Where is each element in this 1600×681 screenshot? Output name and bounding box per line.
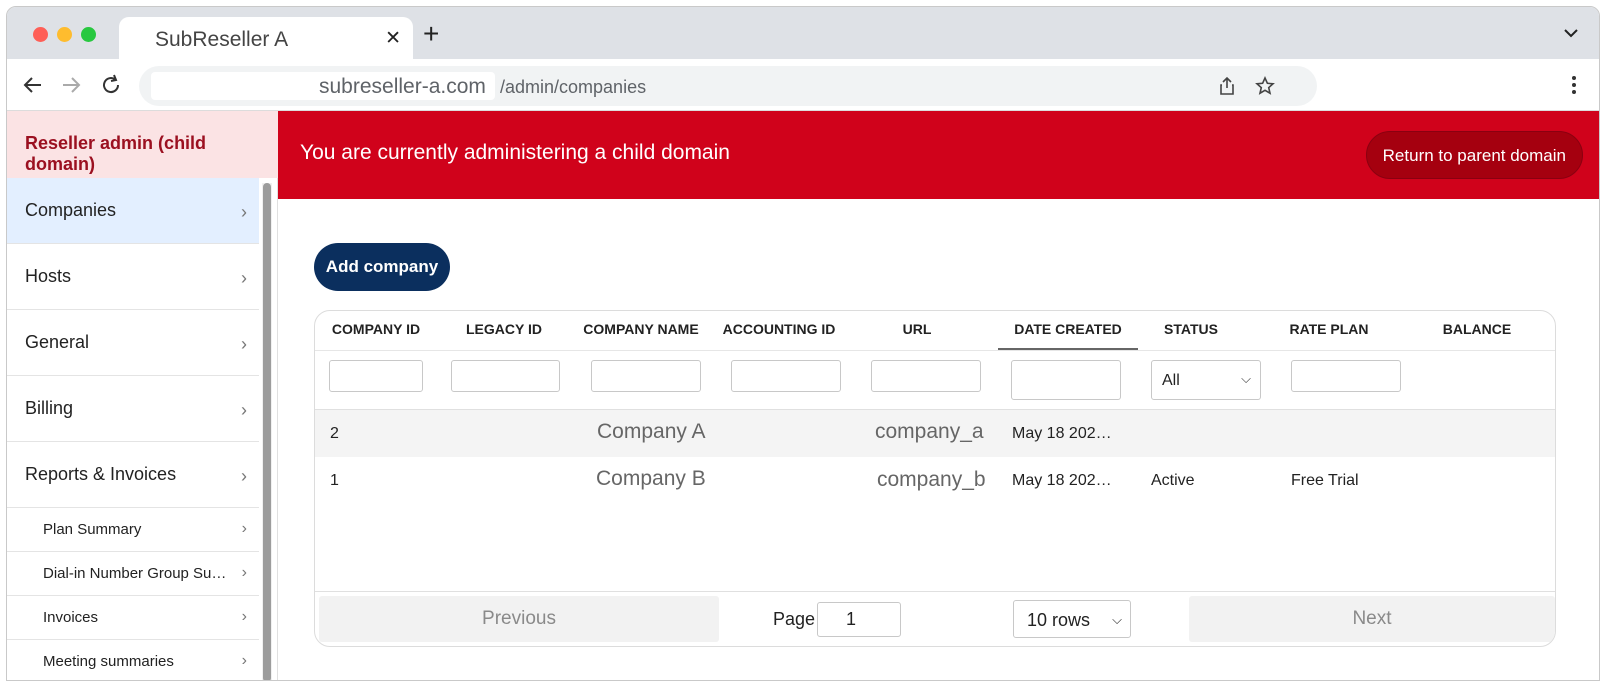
child-domain-banner: You are currently administering a child … [278, 111, 1599, 199]
sidebar: Reseller admin (child domain) Companies … [7, 111, 278, 680]
minimize-window-button[interactable] [57, 27, 72, 42]
sidebar-subitem-label: Meeting summaries [43, 653, 174, 670]
tab-title: SubReseller A [155, 28, 289, 51]
sidebar-nav: Companies › Hosts › General › Billing › … [7, 178, 259, 680]
sidebar-item-hosts[interactable]: Hosts › [7, 244, 259, 310]
cell-date-created: May 18 202… [1012, 425, 1112, 442]
table-row[interactable]: 2 Company A company_a May 18 202… [315, 410, 1555, 457]
sidebar-title: Reseller admin (child domain) [25, 133, 207, 174]
add-company-button[interactable]: Add company [314, 243, 450, 291]
share-icon[interactable] [1217, 76, 1237, 96]
cell-url: company_b [877, 468, 986, 491]
column-header-company-id[interactable]: COMPANY ID [315, 321, 437, 351]
filter-accounting-id[interactable] [731, 360, 841, 392]
sidebar-subitem-invoices[interactable]: Invoices › [7, 596, 259, 640]
chevron-right-icon: › [241, 334, 247, 354]
sidebar-item-label: Companies [25, 200, 117, 220]
new-tab-button[interactable]: + [423, 20, 439, 48]
page-number-input[interactable]: 1 [817, 602, 901, 637]
filter-rate-plan[interactable] [1291, 360, 1401, 392]
reload-icon[interactable] [99, 73, 123, 97]
sidebar-scrollbar[interactable] [262, 183, 272, 680]
sidebar-subitem-dial-in-summary[interactable]: Dial-in Number Group Summary › [7, 552, 259, 596]
cell-rate-plan: Free Trial [1291, 472, 1359, 489]
cell-company-name: Company B [596, 467, 706, 490]
rows-per-page-value: 10 rows [1027, 610, 1091, 630]
filter-company-name[interactable] [591, 360, 701, 392]
column-header-accounting-id[interactable]: ACCOUNTING ID [711, 321, 847, 351]
tab-search-chevron-icon[interactable] [1563, 25, 1579, 41]
browser-toolbar: subreseller-a.com /admin/companies [7, 59, 1599, 111]
tab-bar: SubReseller A ✕ + [7, 7, 1599, 61]
sidebar-item-label: Billing [25, 398, 74, 418]
sidebar-subitem-label: Invoices [43, 609, 99, 626]
sidebar-item-billing[interactable]: Billing › [7, 376, 259, 442]
chevron-down-icon: ⌵ [1241, 371, 1251, 386]
close-window-button[interactable] [33, 27, 48, 42]
chevron-right-icon: › [241, 466, 247, 486]
column-header-company-name[interactable]: COMPANY NAME [573, 321, 709, 351]
page-label: Page [773, 609, 816, 629]
sidebar-item-label: General [25, 332, 90, 352]
column-header-date-created[interactable]: DATE CREATED [998, 321, 1138, 351]
chevron-right-icon: › [241, 564, 247, 581]
sidebar-subitem-meeting-summaries[interactable]: Meeting summaries › [7, 640, 259, 680]
cell-company-name: Company A [597, 420, 706, 443]
next-page-button[interactable]: Next [1189, 596, 1555, 642]
sidebar-item-label: Reports & Invoices [25, 464, 177, 484]
cell-company-id: 1 [330, 472, 339, 489]
forward-arrow-icon[interactable] [59, 73, 83, 97]
cell-date-created: May 18 202… [1012, 472, 1112, 489]
filter-date-created[interactable] [1011, 360, 1121, 400]
bookmark-star-icon[interactable] [1255, 76, 1275, 96]
sidebar-item-companies[interactable]: Companies › [7, 178, 259, 244]
chevron-right-icon: › [241, 202, 247, 222]
filter-company-id[interactable] [329, 360, 423, 392]
header-divider [315, 350, 1555, 351]
sidebar-item-label: Hosts [25, 266, 72, 286]
rows-per-page-select[interactable]: 10 rows ⌵ [1013, 600, 1131, 638]
browser-window: SubReseller A ✕ + subreseller-a.com /adm… [6, 6, 1600, 681]
maximize-window-button[interactable] [81, 27, 96, 42]
column-header-legacy-id[interactable]: LEGACY ID [439, 321, 569, 351]
address-bar[interactable]: subreseller-a.com /admin/companies [139, 66, 1317, 106]
cell-company-id: 2 [330, 425, 339, 442]
sidebar-subitem-label: Plan Summary [43, 521, 142, 538]
column-header-status[interactable]: STATUS [1123, 321, 1259, 351]
return-to-parent-button[interactable]: Return to parent domain [1365, 131, 1583, 179]
filter-legacy-id[interactable] [451, 360, 560, 392]
column-header-rate-plan[interactable]: RATE PLAN [1261, 321, 1397, 351]
chevron-down-icon: ⌵ [1112, 612, 1122, 627]
sidebar-subitem-plan-summary[interactable]: Plan Summary › [7, 508, 259, 552]
cell-url: company_a [875, 420, 984, 443]
sidebar-item-reports-invoices[interactable]: Reports & Invoices › [7, 442, 259, 508]
banner-message: You are currently administering a child … [300, 141, 730, 164]
companies-table: COMPANY ID LEGACY ID COMPANY NAME ACCOUN… [314, 310, 1556, 647]
sidebar-subitem-label: Dial-in Number Group Summary [43, 565, 227, 582]
pagination-divider [315, 591, 1555, 592]
table-row[interactable]: 1 Company B company_b May 18 202… Active… [315, 457, 1555, 504]
column-header-url[interactable]: URL [849, 321, 985, 351]
chevron-right-icon: › [241, 608, 247, 625]
back-arrow-icon[interactable] [21, 73, 45, 97]
cell-status: Active [1151, 472, 1195, 489]
url-path: /admin/companies [500, 77, 647, 97]
chevron-right-icon: › [241, 520, 247, 537]
filter-status-select[interactable]: All ⌵ [1151, 360, 1261, 400]
previous-page-button[interactable]: Previous [319, 596, 719, 642]
scrollbar-thumb[interactable] [263, 183, 271, 680]
column-header-balance[interactable]: BALANCE [1399, 321, 1555, 351]
chevron-right-icon: › [241, 268, 247, 288]
main-content: Add company COMPANY ID LEGACY ID COMPANY… [278, 199, 1599, 680]
url-host: subreseller-a.com [319, 75, 486, 98]
chevron-right-icon: › [241, 652, 247, 669]
browser-tab[interactable]: SubReseller A ✕ [119, 17, 413, 61]
filter-status-value: All [1162, 372, 1180, 389]
chevron-right-icon: › [241, 400, 247, 420]
sidebar-header: Reseller admin (child domain) [7, 111, 278, 178]
browser-menu-icon[interactable] [1571, 75, 1577, 95]
tab-close-icon[interactable]: ✕ [385, 27, 401, 50]
sidebar-item-general[interactable]: General › [7, 310, 259, 376]
filter-url[interactable] [871, 360, 981, 392]
